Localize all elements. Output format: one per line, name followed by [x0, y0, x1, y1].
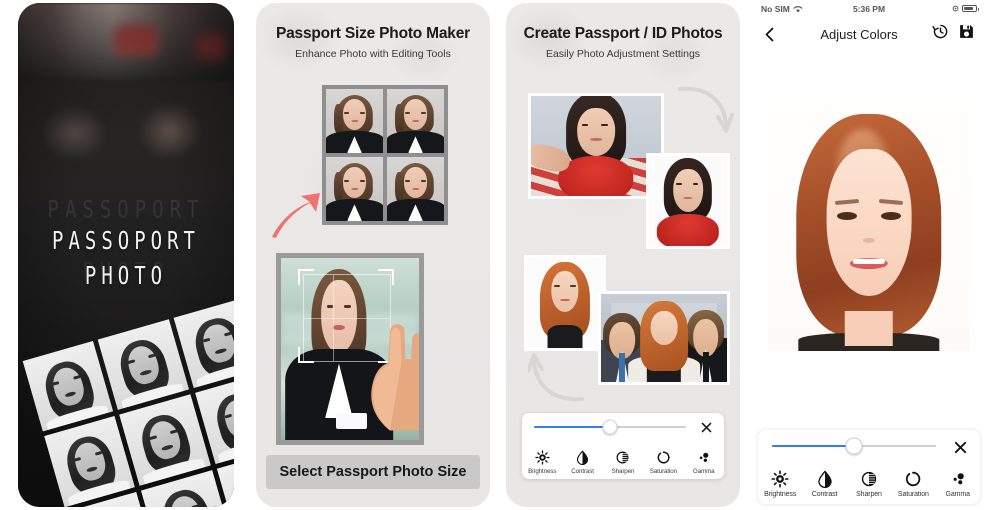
history-button[interactable]: [932, 23, 949, 45]
battery-icon: [962, 5, 979, 12]
screenshot-gallery: PASSOPORT PHOTO PASSOPORT PHOTO Passport…: [0, 0, 990, 510]
contrast-icon: [577, 450, 589, 465]
app-screenshot-create-id-photos: Create Passport / ID Photos Easily Photo…: [506, 3, 740, 507]
live-app-screen-adjust-colors: No SIM 5:36 PM Adjust Colors Brightness …: [752, 0, 986, 510]
gamma-icon: [700, 452, 709, 462]
arrow-down-curve-icon: [678, 86, 734, 133]
panel3-subtitle: Easily Photo Adjustment Settings: [545, 48, 701, 60]
panel3-tool-sharpen[interactable]: Sharpen: [603, 450, 643, 475]
tool-contrast[interactable]: Contrast: [805, 470, 845, 498]
app-screenshot-photo-maker: Passport Size Photo Maker Enhance Photo …: [256, 3, 490, 507]
panel2-title: Passport Size Photo Maker: [276, 25, 470, 42]
sharpen-icon: [861, 471, 877, 487]
panel3-tool-gamma[interactable]: Gamma: [684, 450, 724, 475]
tool-label: Brightness: [764, 491, 797, 498]
tool-label: Gamma: [945, 491, 971, 498]
tool-label: Brightness: [528, 468, 557, 475]
tool-label: Sharpen: [611, 468, 635, 475]
adjust-slider[interactable]: [772, 437, 936, 455]
history-clock-icon: [932, 24, 948, 39]
panel2-subtitle: Enhance Photo with Editing Tools: [295, 48, 451, 60]
gamma-icon: [953, 473, 964, 485]
tool-label: Saturation: [897, 491, 929, 498]
sharpen-icon: [616, 451, 629, 464]
status-bar: No SIM 5:36 PM: [752, 0, 986, 17]
save-floppy-icon: [960, 25, 973, 38]
saturation-icon: [906, 471, 921, 487]
tool-label: Saturation: [649, 468, 677, 475]
save-button[interactable]: [958, 23, 975, 45]
tool-sharpen[interactable]: Sharpen: [849, 470, 889, 498]
location-icon: [952, 5, 959, 12]
app-screenshot-splash: PASSOPORT PHOTO PASSOPORT PHOTO: [18, 3, 234, 507]
splash-logo-line1: PASSOPORT: [52, 226, 200, 256]
back-button[interactable]: [752, 27, 786, 42]
result-id-photo-redhead: [524, 255, 606, 351]
tool-label: Gamma: [692, 468, 715, 475]
select-passport-photo-size-button[interactable]: Select Passport Photo Size: [266, 455, 480, 489]
panel3-adjust-slider[interactable]: [534, 419, 686, 435]
tool-brightness[interactable]: Brightness: [760, 470, 800, 498]
arrow-up-right-icon: [272, 193, 320, 238]
edited-portrait-photo[interactable]: [768, 99, 970, 351]
result-id-photo-woman-scarf: [646, 153, 730, 249]
photo-preview-frame: [276, 253, 424, 445]
passport-photo-grid: [322, 85, 448, 225]
id-photo-cell: [326, 89, 383, 153]
adjust-toolbar[interactable]: Brightness Contrast Sharpen Saturation G…: [758, 430, 980, 504]
tool-label: Contrast: [571, 468, 594, 475]
contrast-icon: [817, 470, 832, 488]
close-adjust-button[interactable]: [951, 438, 969, 456]
panel3-title: Create Passport / ID Photos: [523, 25, 723, 42]
saturation-icon: [657, 451, 670, 464]
tool-saturation[interactable]: Saturation: [893, 470, 933, 498]
panel3-close-button[interactable]: [698, 419, 714, 435]
panel3-tool-contrast[interactable]: Contrast: [563, 450, 603, 475]
panel3-adjust-toolbar[interactable]: Brightness Contrast Sharpen Saturation G…: [522, 413, 724, 479]
source-group-photo: [598, 291, 730, 385]
splash-ghost-logo-line1: PASSOPORT: [47, 196, 205, 224]
source-selfie-photo: [528, 93, 664, 199]
id-photo-cell: [326, 157, 383, 221]
nav-bar: Adjust Colors: [752, 17, 986, 52]
tool-label: Contrast: [811, 491, 838, 498]
brightness-icon: [771, 470, 789, 488]
status-time: 5:36 PM: [852, 3, 886, 14]
chevron-left-icon: [765, 27, 773, 41]
id-photo-cell: [387, 157, 444, 221]
photo-cell: [119, 394, 211, 486]
tool-gamma[interactable]: Gamma: [938, 470, 978, 498]
group-person-center: [628, 301, 700, 382]
splash-logo-line2: PHOTO: [84, 261, 168, 291]
page-title: Adjust Colors: [820, 26, 898, 42]
id-photo-cell: [387, 89, 444, 153]
tool-list: Brightness Contrast Sharpen Saturation G…: [758, 470, 980, 498]
panel3-tool-brightness[interactable]: Brightness: [522, 450, 562, 475]
panel3-tool-list: Brightness Contrast Sharpen Saturation G…: [522, 450, 724, 475]
pointing-hand-icon: [371, 324, 419, 431]
panel3-tool-saturation[interactable]: Saturation: [643, 450, 683, 475]
photo-canvas[interactable]: [752, 51, 986, 426]
arrow-up-curve-icon: [528, 353, 584, 402]
splash-background: PASSOPORT PHOTO PASSOPORT PHOTO: [18, 3, 234, 507]
tool-label: Sharpen: [856, 491, 882, 498]
brightness-icon: [535, 450, 550, 465]
